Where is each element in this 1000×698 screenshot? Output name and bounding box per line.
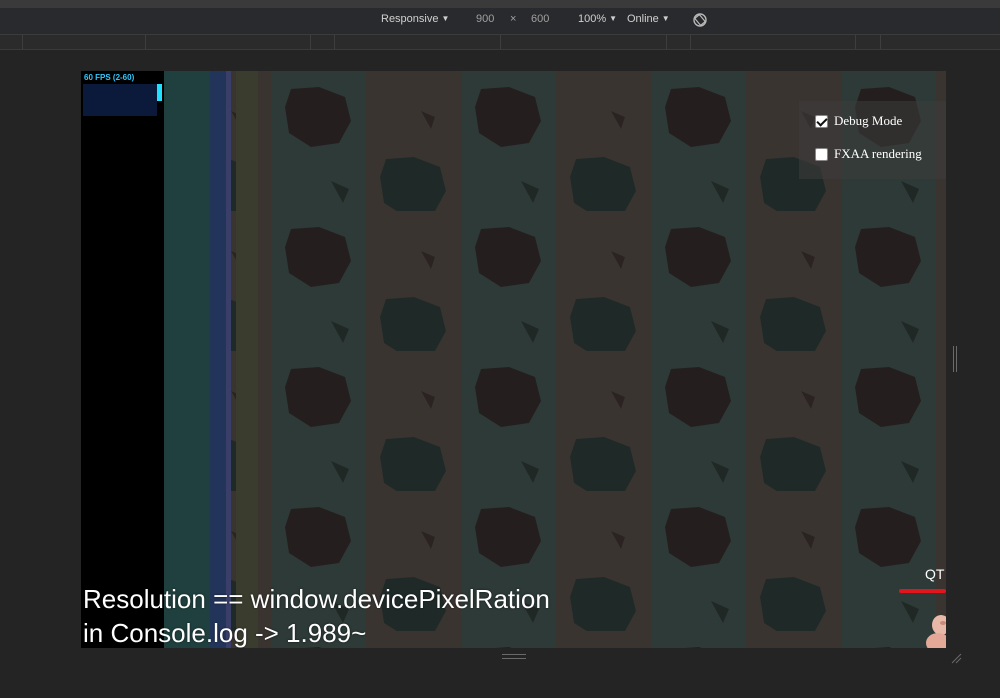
media-query-bar[interactable] — [0, 35, 1000, 50]
device-dropdown-label: Responsive — [381, 13, 439, 25]
fps-label: 60 FPS (2-60) — [84, 73, 135, 82]
options-panel: Debug Mode FXAA rendering — [799, 101, 946, 179]
ruler-tick — [880, 35, 881, 49]
zoom-dropdown-label: 100% — [578, 13, 607, 25]
debug-mode-label: Debug Mode — [834, 113, 903, 128]
ruler-tick — [855, 35, 856, 49]
fps-graph-bar — [157, 84, 162, 101]
fxaa-option[interactable]: FXAA rendering — [815, 146, 922, 162]
ruler-tick — [666, 35, 667, 49]
resize-handle-right[interactable] — [953, 346, 957, 372]
fxaa-label: FXAA rendering — [834, 146, 922, 161]
resize-handle-bottom[interactable] — [502, 654, 526, 660]
caption-line-1: Resolution == window.devicePixelRation — [83, 584, 550, 614]
rotate-icon[interactable] — [692, 12, 708, 28]
chevron-down-icon: ▼ — [609, 14, 618, 23]
qt-label: QT — [925, 566, 945, 582]
ruler-tick — [334, 35, 335, 49]
network-dropdown-label: Online — [627, 13, 659, 25]
character-avatar-icon — [926, 615, 946, 648]
dimension-separator: × — [510, 13, 517, 25]
ruler-tick — [690, 35, 691, 49]
ruler-tick — [500, 35, 501, 49]
ruler-tick — [145, 35, 146, 49]
caption-line-2: in Console.log -> 1.989~ — [83, 618, 367, 648]
height-input[interactable]: 600 — [531, 13, 549, 25]
window-top-strip — [0, 0, 1000, 8]
qt-red-bar — [899, 589, 946, 593]
network-dropdown[interactable]: Online ▼ — [627, 13, 670, 25]
resize-handle-corner[interactable] — [950, 652, 962, 664]
game-viewport[interactable]: 60 FPS (2-60) Debug Mode FXAA rendering … — [81, 71, 946, 648]
width-input[interactable]: 900 — [476, 13, 494, 25]
fxaa-checkbox[interactable] — [815, 147, 828, 161]
chevron-down-icon: ▼ — [661, 14, 670, 23]
debug-mode-option[interactable]: Debug Mode — [815, 113, 902, 129]
debug-mode-checkbox[interactable] — [815, 114, 828, 128]
device-dropdown[interactable]: Responsive ▼ — [381, 13, 449, 25]
ruler-tick — [22, 35, 23, 49]
ruler-tick — [310, 35, 311, 49]
chevron-down-icon: ▼ — [441, 14, 450, 23]
fps-graph — [83, 84, 157, 116]
zoom-dropdown[interactable]: 100% ▼ — [578, 13, 617, 25]
device-toolbar: Responsive ▼ 900 × 600 100% ▼ Online ▼ — [0, 8, 1000, 35]
fps-panel: 60 FPS (2-60) — [81, 71, 164, 648]
